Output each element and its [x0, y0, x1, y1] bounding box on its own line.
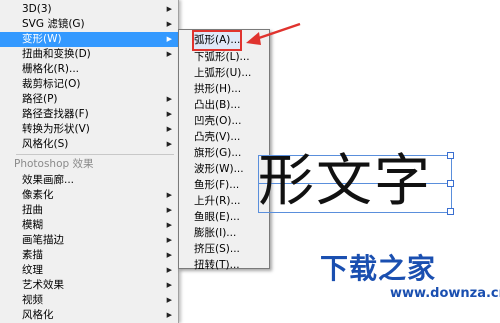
- menu-item-label: 路径(P): [22, 93, 58, 105]
- submenu-item-label: 上升(R)...: [194, 195, 241, 207]
- menu-item-label: 视频: [22, 294, 43, 306]
- menu-item-label: 风格化(S): [22, 138, 69, 150]
- menu-item-path[interactable]: 路径(P) ▶: [0, 92, 178, 107]
- menu-item-3d[interactable]: 3D(3) ▶: [0, 2, 178, 17]
- submenu-item-shell-lower[interactable]: 凹壳(O)...: [179, 113, 269, 130]
- menu-item-crop-marks[interactable]: 裁剪标记(O): [0, 77, 178, 92]
- menu-item-distort[interactable]: 扭曲 ▶: [0, 203, 178, 218]
- submenu-item-label: 扭转(T)...: [194, 259, 240, 271]
- submenu-item-label: 挤压(S)...: [194, 243, 240, 255]
- menu-separator: [16, 154, 174, 155]
- submenu-item-label: 凹壳(O)...: [194, 115, 242, 127]
- watermark-url: www.downza.cn: [390, 286, 500, 301]
- annotation-arrow-icon: [246, 22, 301, 45]
- submenu-item-fisheye[interactable]: 鱼眼(E)...: [179, 209, 269, 226]
- submenu-arrow-icon: ▶: [166, 236, 172, 244]
- artwork-text: 形文字: [258, 149, 432, 214]
- menu-item-rasterize[interactable]: 栅格化(R)...: [0, 62, 178, 77]
- submenu-arrow-icon: ▶: [166, 95, 172, 103]
- menu-item-blur[interactable]: 模糊 ▶: [0, 218, 178, 233]
- menu-item-label: 纹理: [22, 264, 43, 276]
- menu-item-label: 风格化: [22, 309, 54, 321]
- menu-item-label: 转换为形状(V): [22, 123, 90, 135]
- submenu-arrow-icon: ▶: [166, 251, 172, 259]
- menu-item-label: 扭曲: [22, 204, 43, 216]
- submenu-item-fish[interactable]: 鱼形(F)...: [179, 177, 269, 194]
- submenu-arrow-icon: ▶: [166, 266, 172, 274]
- submenu-item-arc-upper[interactable]: 上弧形(U)...: [179, 65, 269, 82]
- menu-item-label: 效果画廊...: [22, 174, 75, 186]
- menu-item-label: 画笔描边: [22, 234, 64, 246]
- submenu-item-label: 波形(W)...: [194, 163, 244, 175]
- submenu-item-label: 凸出(B)...: [194, 99, 241, 111]
- submenu-item-squeeze[interactable]: 挤压(S)...: [179, 241, 269, 258]
- submenu-arrow-icon: ▶: [166, 206, 172, 214]
- menu-item-label: 栅格化(R)...: [22, 63, 80, 75]
- submenu-arrow-icon: ▶: [166, 125, 172, 133]
- submenu-item-label: 拱形(H)...: [194, 83, 242, 95]
- submenu-arrow-icon: ▶: [166, 140, 172, 148]
- resize-handle[interactable]: [447, 152, 454, 159]
- submenu-item-label: 旗形(G)...: [194, 147, 242, 159]
- menu-item-texture[interactable]: 纹理 ▶: [0, 263, 178, 278]
- menu-item-label: 扭曲和变换(D): [22, 48, 91, 60]
- menu-item-brush-strokes[interactable]: 画笔描边 ▶: [0, 233, 178, 248]
- menu-item-label: 变形(W): [22, 33, 62, 45]
- submenu-arrow-icon: ▶: [166, 35, 172, 43]
- menu-item-label: 3D(3): [22, 3, 52, 15]
- menu-item-video[interactable]: 视频 ▶: [0, 293, 178, 308]
- submenu-item-rise[interactable]: 上升(R)...: [179, 193, 269, 210]
- menu-item-artistic[interactable]: 艺术效果 ▶: [0, 278, 178, 293]
- submenu-arrow-icon: ▶: [166, 110, 172, 118]
- menu-item-label: 路径查找器(F): [22, 108, 89, 120]
- resize-handle[interactable]: [447, 180, 454, 187]
- menu-item-stylize[interactable]: 风格化(S) ▶: [0, 137, 178, 152]
- warp-submenu: 弧形(A)... 下弧形(L)... 上弧形(U)... 拱形(H)... 凸出…: [178, 29, 270, 271]
- menu-item-sketch[interactable]: 素描 ▶: [0, 248, 178, 263]
- submenu-item-label: 下弧形(L)...: [194, 51, 250, 63]
- menu-item-label: 模糊: [22, 219, 43, 231]
- menu-item-effect-gallery[interactable]: 效果画廊...: [0, 173, 178, 188]
- submenu-item-label: 鱼眼(E)...: [194, 211, 240, 223]
- submenu-item-inflate[interactable]: 膨胀(I)...: [179, 225, 269, 242]
- submenu-item-wave[interactable]: 波形(W)...: [179, 161, 269, 178]
- submenu-arrow-icon: ▶: [166, 50, 172, 58]
- submenu-item-arch[interactable]: 拱形(H)...: [179, 81, 269, 98]
- submenu-arrow-icon: ▶: [166, 296, 172, 304]
- menu-item-svg-filter[interactable]: SVG 滤镜(G) ▶: [0, 17, 178, 32]
- section-header-photoshop-effects: Photoshop 效果: [14, 158, 94, 170]
- submenu-arrow-icon: ▶: [166, 20, 172, 28]
- submenu-item-flag[interactable]: 旗形(G)...: [179, 145, 269, 162]
- artwork-text-object[interactable]: 形文字: [258, 149, 454, 215]
- menu-item-distort-transform[interactable]: 扭曲和变换(D) ▶: [0, 47, 178, 62]
- submenu-item-twist[interactable]: 扭转(T)...: [179, 257, 269, 274]
- submenu-arrow-icon: ▶: [166, 221, 172, 229]
- effect-menu: 3D(3) ▶ SVG 滤镜(G) ▶ 变形(W) ▶ 扭曲和变换(D) ▶ 栅格化(R…: [0, 0, 179, 323]
- submenu-item-label: 上弧形(U)...: [194, 67, 252, 79]
- submenu-item-label: 膨胀(I)...: [194, 227, 237, 239]
- menu-item-label: 像素化: [22, 189, 54, 201]
- resize-handle[interactable]: [447, 208, 454, 215]
- menu-item-label: 素描: [22, 249, 43, 261]
- menu-item-ps-stylize[interactable]: 风格化 ▶: [0, 308, 178, 323]
- menu-item-convert-to-shape[interactable]: 转换为形状(V) ▶: [0, 122, 178, 137]
- menu-item-pixelate[interactable]: 像素化 ▶: [0, 188, 178, 203]
- submenu-item-label: 鱼形(F)...: [194, 179, 240, 191]
- submenu-arrow-icon: ▶: [166, 5, 172, 13]
- submenu-item-label: 凸壳(V)...: [194, 131, 241, 143]
- submenu-arrow-icon: ▶: [166, 311, 172, 319]
- watermark: 下载之家 www.downza.cn: [320, 252, 500, 302]
- watermark-logo: 下载之家: [320, 252, 437, 285]
- menu-item-label: 裁剪标记(O): [22, 78, 81, 90]
- submenu-item-label: 弧形(A)...: [191, 30, 243, 51]
- menu-item-pathfinder[interactable]: 路径查找器(F) ▶: [0, 107, 178, 122]
- submenu-item-bulge[interactable]: 凸出(B)...: [179, 97, 269, 114]
- submenu-item-arc-lower[interactable]: 下弧形(L)...: [179, 49, 269, 66]
- menu-item-warp[interactable]: 变形(W) ▶: [0, 32, 178, 47]
- menu-item-label: 艺术效果: [22, 279, 64, 291]
- submenu-arrow-icon: ▶: [166, 281, 172, 289]
- menu-item-label: SVG 滤镜(G): [22, 18, 85, 30]
- submenu-item-shell-upper[interactable]: 凸壳(V)...: [179, 129, 269, 146]
- submenu-arrow-icon: ▶: [166, 191, 172, 199]
